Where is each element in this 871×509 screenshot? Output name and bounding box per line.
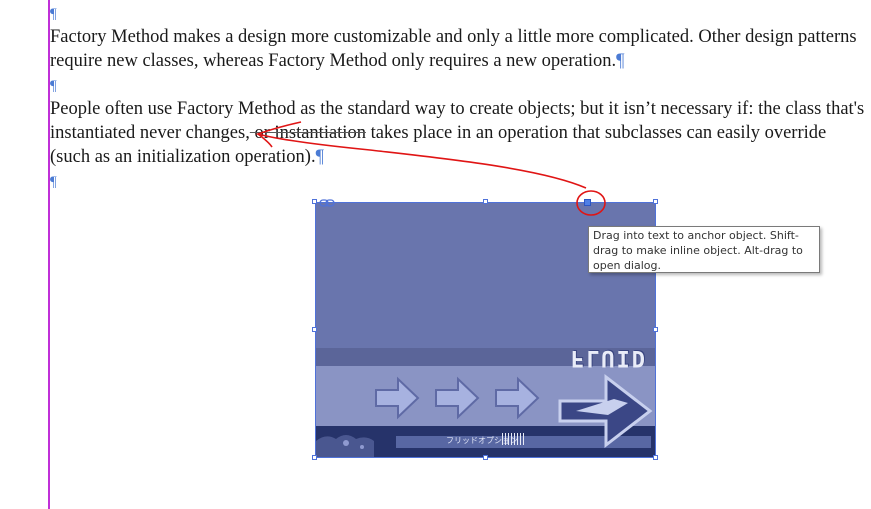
resize-handle-bottom[interactable]	[483, 455, 488, 460]
resize-handle-bottom-left[interactable]	[312, 455, 317, 460]
pilcrow-mark: ¶	[616, 51, 625, 71]
paragraph-1[interactable]: Factory Method makes a design more custo…	[50, 25, 871, 73]
left-margin-guide	[48, 0, 50, 509]
paragraph-1-line-2: require new classes, whereas Factory Met…	[50, 51, 625, 71]
paragraph-2-line-2: instantiated never changes, or instantia…	[50, 123, 827, 143]
resize-handle-top[interactable]	[483, 199, 488, 204]
arrow-graphic-icon	[495, 376, 540, 420]
image-logo-text: FLUID	[570, 345, 647, 370]
resize-handle-right[interactable]	[653, 327, 658, 332]
tooltip: Drag into text to anchor object. Shift-d…	[588, 226, 820, 273]
resize-handle-top-left[interactable]	[312, 199, 317, 204]
resize-handle-bottom-right[interactable]	[653, 455, 658, 460]
arrow-graphic-icon	[375, 376, 420, 420]
resize-handle-top-right[interactable]	[653, 199, 658, 204]
arrow-graphic-icon	[435, 376, 480, 420]
resize-handle-left[interactable]	[312, 327, 317, 332]
anchor-drag-handle[interactable]	[584, 199, 591, 206]
splash-graphic-icon	[316, 435, 374, 457]
empty-paragraph-mark: ¶	[50, 78, 57, 94]
paragraph-2-line-1: People often use Factory Method as the s…	[50, 99, 865, 119]
empty-paragraph-mark: ¶	[50, 6, 57, 22]
paragraph-2[interactable]: People often use Factory Method as the s…	[50, 97, 871, 169]
struck-text: or instantiation	[249, 123, 366, 143]
pilcrow-mark: ¶	[315, 147, 324, 167]
large-arrow-graphic-icon	[558, 373, 653, 449]
empty-paragraph-mark: ¶	[50, 174, 57, 190]
paragraph-2-line-3: (such as an initialization operation).¶	[50, 147, 324, 167]
paragraph-1-line-1: Factory Method makes a design more custo…	[50, 27, 857, 47]
barcode-icon	[502, 433, 526, 445]
anchor-chain-icon[interactable]	[319, 199, 335, 207]
